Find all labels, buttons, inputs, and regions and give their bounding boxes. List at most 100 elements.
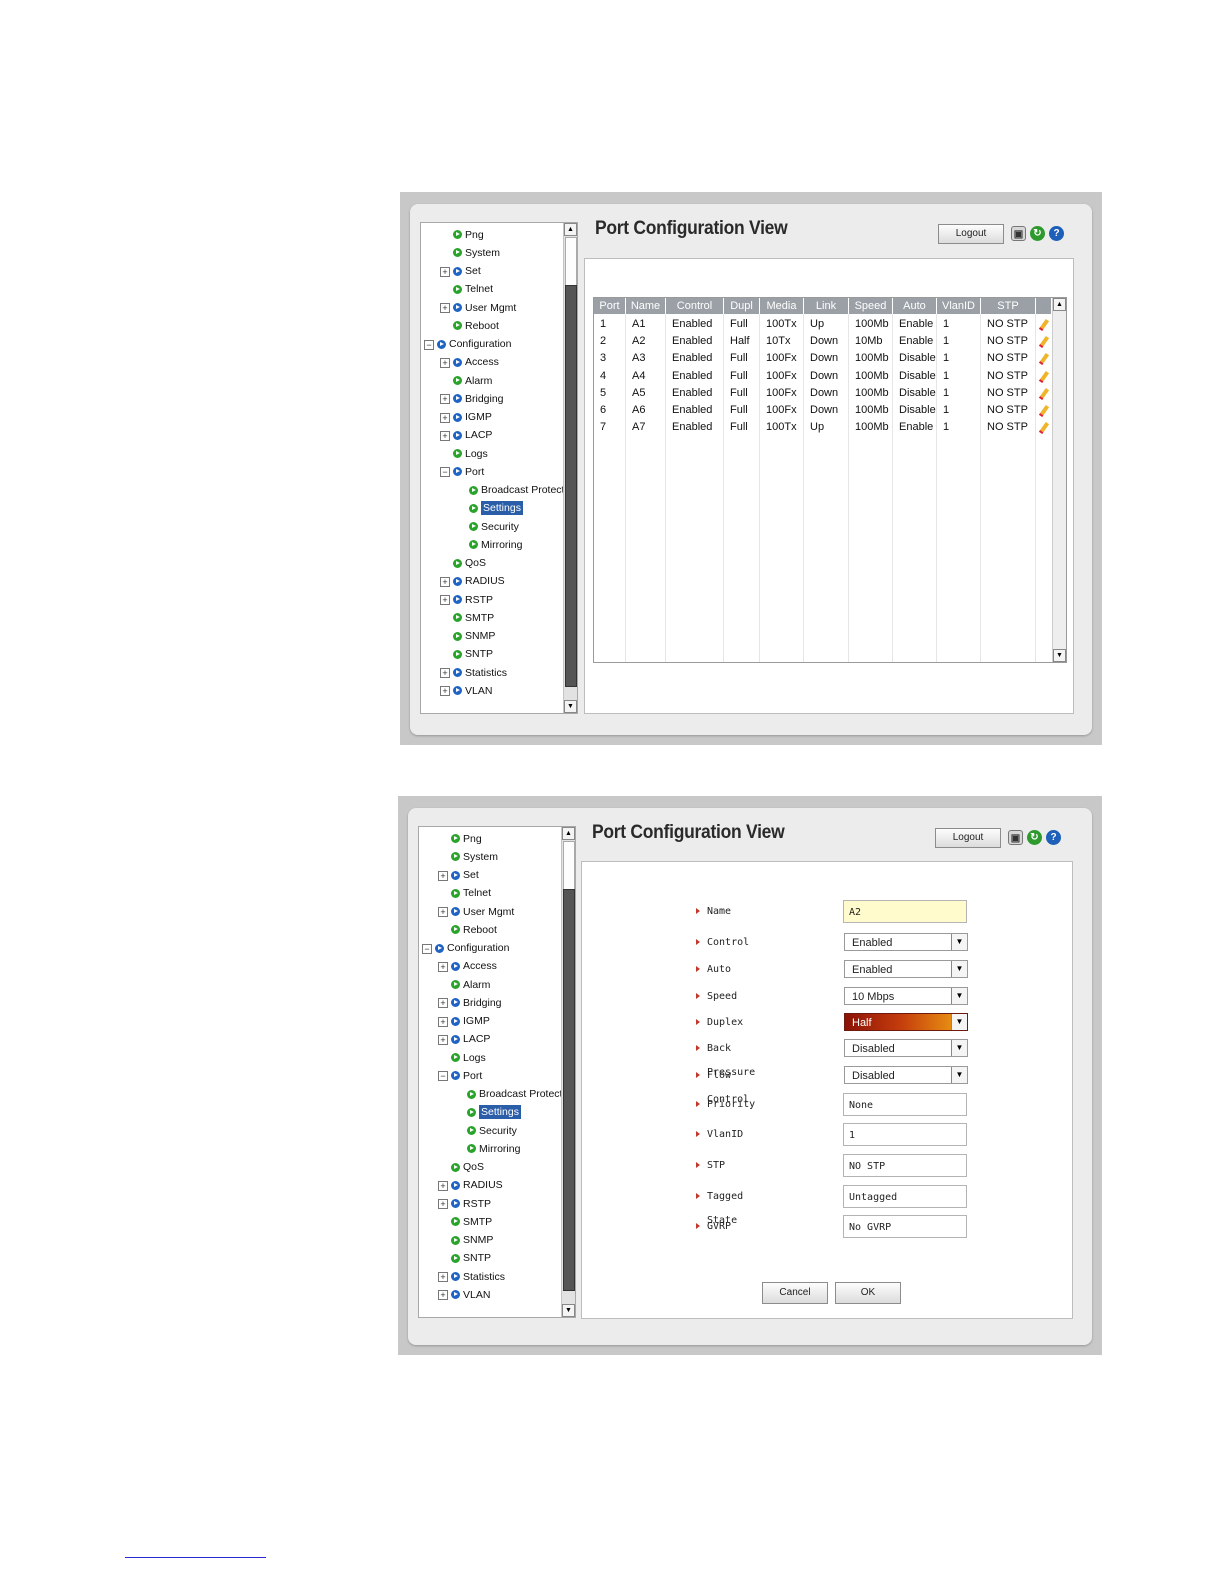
scroll-up-icon[interactable]: ▲ xyxy=(562,827,575,840)
column-header-name[interactable]: Name xyxy=(626,298,666,314)
tree-item-alarm[interactable]: Alarm xyxy=(451,977,490,992)
scroll-down-icon[interactable]: ▼ xyxy=(564,700,577,713)
expand-icon[interactable]: + xyxy=(438,961,448,972)
column-header-auto[interactable]: Auto xyxy=(893,298,937,314)
collapse-icon[interactable]: − xyxy=(440,467,450,478)
tree-item-statistics[interactable]: Statistics xyxy=(451,1269,505,1284)
expand-icon[interactable]: + xyxy=(440,266,450,277)
flow-control-select[interactable]: Disabled ▼ xyxy=(844,1066,968,1084)
logout-button[interactable]: Logout xyxy=(935,828,1001,848)
vlanid-input[interactable]: 1 xyxy=(843,1123,967,1146)
expand-icon[interactable]: + xyxy=(438,998,448,1009)
save-icon[interactable]: ▣ xyxy=(1011,226,1026,241)
column-header-port[interactable]: Port xyxy=(594,298,626,314)
tree-item-statistics[interactable]: Statistics xyxy=(453,665,507,680)
tree-item-png[interactable]: Png xyxy=(453,227,484,242)
tree-item-lacp[interactable]: LACP xyxy=(453,428,492,443)
collapse-icon[interactable]: − xyxy=(438,1071,448,1082)
tree-item-user-mgmt[interactable]: User Mgmt xyxy=(451,904,514,919)
column-header-stp[interactable]: STP xyxy=(981,298,1036,314)
tree-item-system[interactable]: System xyxy=(453,245,500,260)
tree-item-settings[interactable]: Settings xyxy=(467,1105,521,1120)
tree-item-igmp[interactable]: IGMP xyxy=(451,1014,490,1029)
expand-icon[interactable]: + xyxy=(440,430,450,441)
tree-item-snmp[interactable]: SNMP xyxy=(451,1233,493,1248)
tree-item-alarm[interactable]: Alarm xyxy=(453,373,492,388)
column-header-link[interactable]: Link xyxy=(804,298,849,314)
expand-icon[interactable]: + xyxy=(440,394,450,405)
expand-icon[interactable]: + xyxy=(438,1199,448,1209)
column-header-vlanid[interactable]: VlanID xyxy=(937,298,981,314)
expand-icon[interactable]: + xyxy=(438,1290,448,1301)
ok-button[interactable]: OK xyxy=(835,1282,901,1304)
tree-item-system[interactable]: System xyxy=(451,849,498,864)
tree-item-radius[interactable]: RADIUS xyxy=(451,1178,503,1193)
tree-item-security[interactable]: Security xyxy=(467,1123,517,1138)
tree-item-access[interactable]: Access xyxy=(453,355,499,370)
expand-icon[interactable]: + xyxy=(440,357,450,368)
expand-icon[interactable]: + xyxy=(440,303,450,313)
scroll-down-icon[interactable]: ▼ xyxy=(1053,649,1066,662)
column-header-speed[interactable]: Speed xyxy=(849,298,893,314)
column-header-control[interactable]: Control xyxy=(666,298,724,314)
tree-item-configuration[interactable]: Configuration xyxy=(437,337,511,352)
tree-item-bridging[interactable]: Bridging xyxy=(451,995,502,1010)
chevron-down-icon[interactable]: ▼ xyxy=(951,934,967,950)
save-icon[interactable]: ▣ xyxy=(1008,830,1023,845)
tree-item-mirroring[interactable]: Mirroring xyxy=(467,1141,520,1156)
expand-icon[interactable]: + xyxy=(438,907,448,917)
chevron-down-icon[interactable]: ▼ xyxy=(951,961,967,977)
expand-icon[interactable]: + xyxy=(438,1016,448,1027)
tree-item-port[interactable]: Port xyxy=(451,1068,482,1083)
chevron-down-icon[interactable]: ▼ xyxy=(951,1014,967,1030)
tree-item-broadcast-protect[interactable]: Broadcast Protect xyxy=(467,1087,562,1102)
expand-icon[interactable]: + xyxy=(440,595,450,605)
scroll-thumb[interactable] xyxy=(565,237,577,287)
tree-item-png[interactable]: Png xyxy=(451,831,482,846)
expand-icon[interactable]: + xyxy=(440,412,450,423)
tree-item-smtp[interactable]: SMTP xyxy=(453,610,494,625)
cancel-button[interactable]: Cancel xyxy=(762,1282,828,1304)
logout-button[interactable]: Logout xyxy=(938,224,1004,244)
tree-item-port[interactable]: Port xyxy=(453,464,484,479)
tree-item-access[interactable]: Access xyxy=(451,959,497,974)
tree-item-user-mgmt[interactable]: User Mgmt xyxy=(453,300,516,315)
scroll-up-icon[interactable]: ▲ xyxy=(564,223,577,236)
help-icon[interactable]: ? xyxy=(1049,226,1064,241)
tree-item-rstp[interactable]: RSTP xyxy=(453,592,493,607)
chevron-down-icon[interactable]: ▼ xyxy=(951,1067,967,1083)
tree-scrollbar[interactable]: ▲ ▼ xyxy=(563,223,577,713)
control-select[interactable]: Enabled ▼ xyxy=(844,933,968,951)
tree-item-rstp[interactable]: RSTP xyxy=(451,1196,491,1211)
tagged-state-input[interactable]: Untagged xyxy=(843,1185,967,1208)
tree-item-igmp[interactable]: IGMP xyxy=(453,410,492,425)
tree-item-telnet[interactable]: Telnet xyxy=(453,282,493,297)
chevron-down-icon[interactable]: ▼ xyxy=(951,988,967,1004)
tree-item-configuration[interactable]: Configuration xyxy=(435,941,509,956)
expand-icon[interactable]: + xyxy=(438,1034,448,1045)
edit-pencil-icon[interactable] xyxy=(1038,404,1050,418)
expand-icon[interactable]: + xyxy=(438,1272,448,1282)
tree-item-mirroring[interactable]: Mirroring xyxy=(469,537,522,552)
tree-item-broadcast-protect[interactable]: Broadcast Protect xyxy=(469,483,564,498)
tree-item-vlan[interactable]: VLAN xyxy=(453,683,492,698)
name-input[interactable]: A2 xyxy=(843,900,967,923)
tree-item-telnet[interactable]: Telnet xyxy=(451,886,491,901)
stp-input[interactable]: NO STP xyxy=(843,1154,967,1177)
column-header-media[interactable]: Media xyxy=(760,298,804,314)
scroll-up-icon[interactable]: ▲ xyxy=(1053,298,1066,311)
chevron-down-icon[interactable]: ▼ xyxy=(951,1040,967,1056)
expand-icon[interactable]: + xyxy=(440,576,450,587)
duplex-select[interactable]: Half ▼ xyxy=(844,1013,968,1031)
scroll-down-icon[interactable]: ▼ xyxy=(562,1304,575,1317)
tree-item-snmp[interactable]: SNMP xyxy=(453,629,495,644)
tree-item-logs[interactable]: Logs xyxy=(453,446,488,461)
refresh-icon[interactable]: ↻ xyxy=(1030,226,1045,241)
edit-pencil-icon[interactable] xyxy=(1038,422,1050,435)
tree-item-vlan[interactable]: VLAN xyxy=(451,1287,490,1302)
tree-scrollbar[interactable]: ▲ ▼ xyxy=(561,827,575,1317)
gvrp-input[interactable]: No GVRP xyxy=(843,1215,967,1238)
expand-icon[interactable]: + xyxy=(438,870,448,881)
refresh-icon[interactable]: ↻ xyxy=(1027,830,1042,845)
tree-item-logs[interactable]: Logs xyxy=(451,1050,486,1065)
